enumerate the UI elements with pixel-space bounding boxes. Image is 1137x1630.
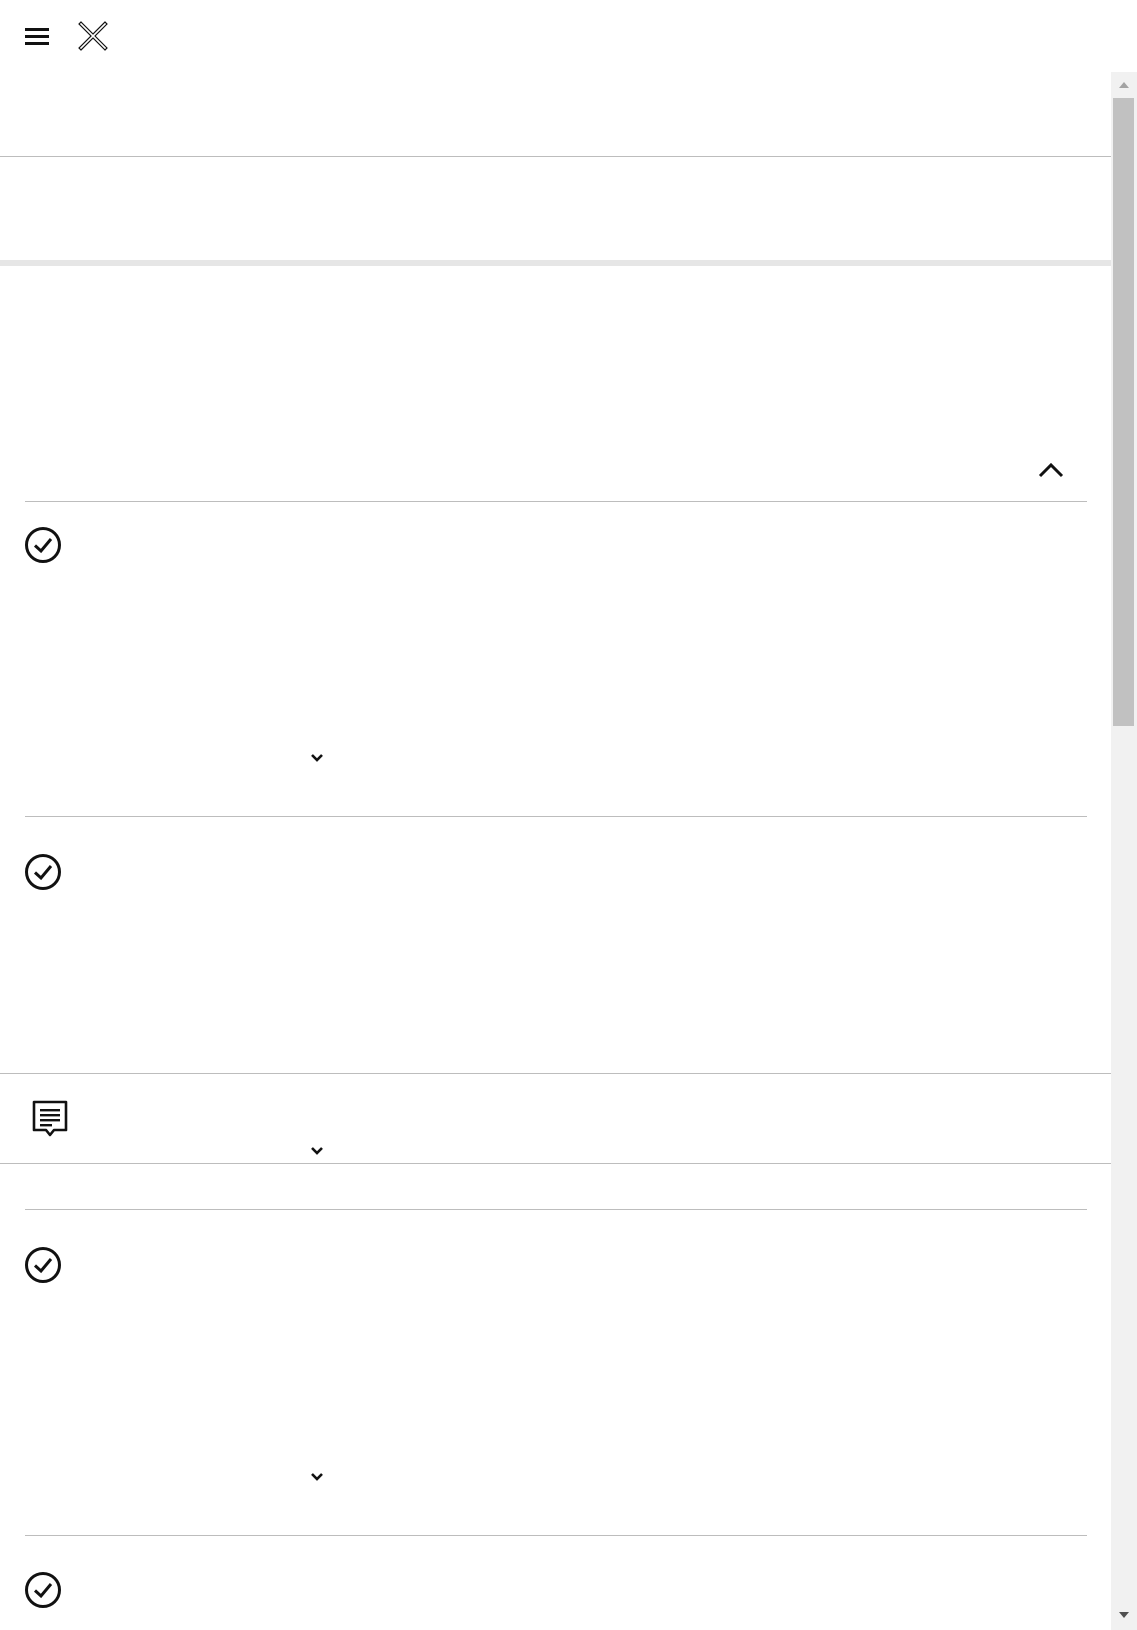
hamburger-menu-icon	[25, 28, 49, 45]
item-1-status	[24, 526, 62, 564]
triangle-up-icon	[1118, 82, 1129, 88]
section-band	[0, 260, 1111, 266]
check-circle-icon	[25, 1247, 61, 1283]
item-1-expand-button[interactable]	[305, 748, 329, 768]
comment-button[interactable]	[30, 1098, 70, 1138]
item-divider	[25, 1535, 1087, 1536]
scrollbar-thumb[interactable]	[1113, 98, 1134, 726]
check-circle-icon	[25, 527, 61, 563]
triangle-down-icon	[1118, 1612, 1129, 1618]
chevron-down-icon	[311, 754, 323, 762]
item-divider	[0, 1073, 1111, 1074]
item-3-expand-button[interactable]	[305, 1467, 329, 1487]
section-divider	[25, 501, 1087, 502]
collapse-section-button[interactable]	[1032, 454, 1070, 486]
close-button[interactable]	[74, 18, 112, 54]
menu-button[interactable]	[18, 18, 56, 54]
comment-expand-button[interactable]	[305, 1141, 329, 1161]
check-circle-icon	[25, 854, 61, 890]
scroll-up-button[interactable]	[1113, 75, 1134, 95]
item-3-status	[24, 1246, 62, 1284]
item-divider	[25, 1209, 1087, 1210]
close-x-icon	[78, 21, 108, 51]
item-2-status	[24, 853, 62, 891]
comment-icon	[32, 1100, 68, 1137]
item-divider	[25, 816, 1087, 817]
check-circle-icon	[25, 1572, 61, 1608]
item-4-status	[24, 1571, 62, 1609]
chevron-down-icon	[311, 1473, 323, 1481]
comment-divider	[0, 1163, 1111, 1164]
chevron-up-icon	[1038, 462, 1064, 478]
chevron-down-icon	[311, 1147, 323, 1155]
scroll-down-button[interactable]	[1113, 1605, 1134, 1625]
header-divider	[0, 156, 1111, 157]
